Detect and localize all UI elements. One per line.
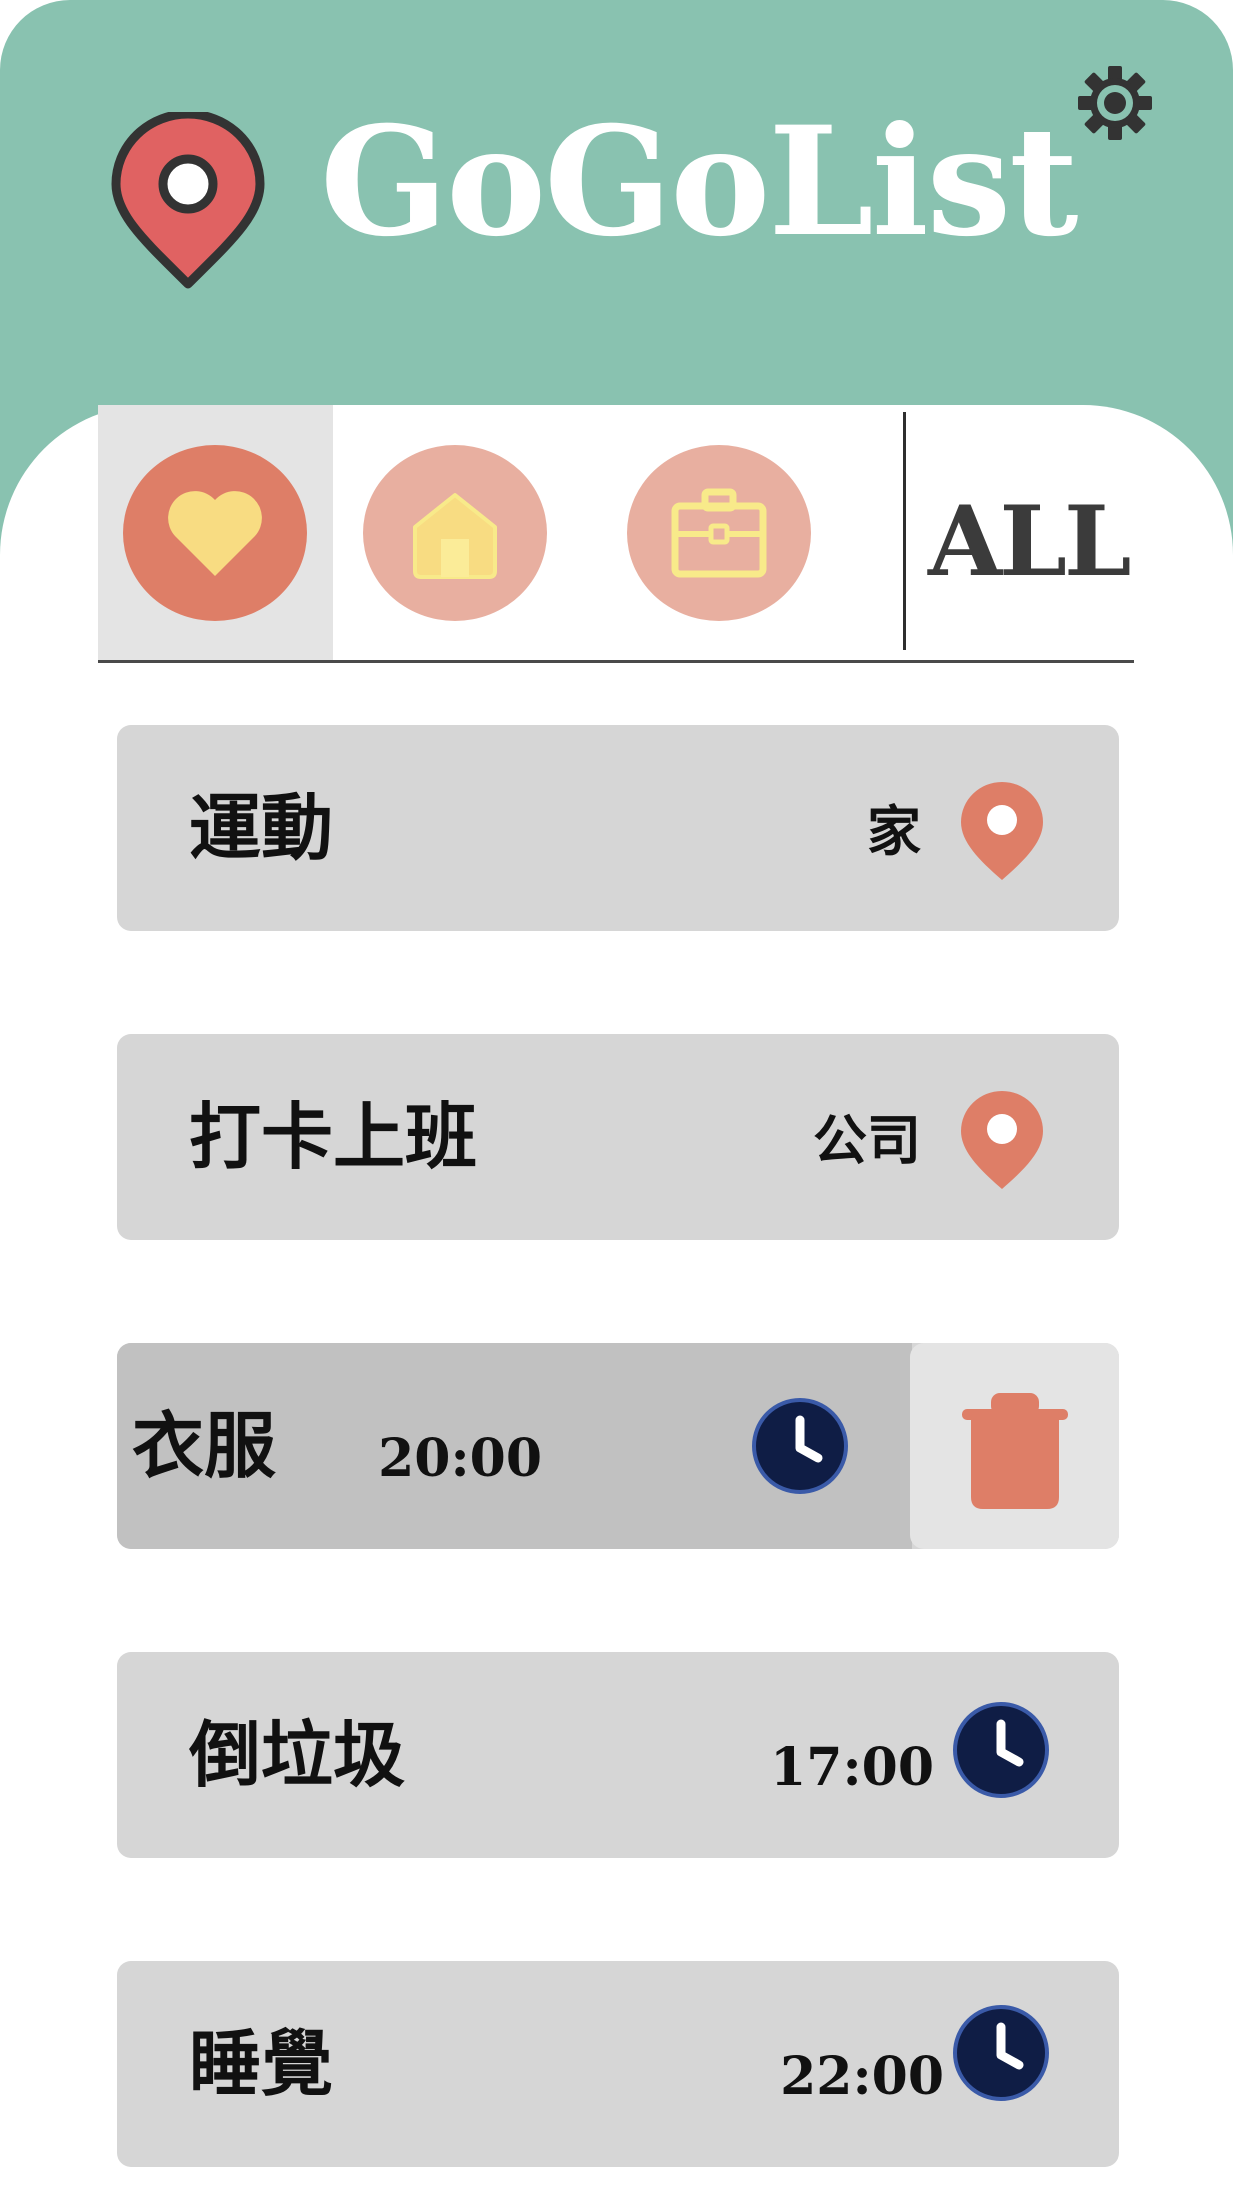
tab-divider (903, 412, 906, 650)
task-time: 20:00 (378, 1428, 542, 1489)
task-item-swiped[interactable]: 衣服 20:00 (117, 1343, 1119, 1549)
gear-icon[interactable] (1075, 63, 1155, 143)
task-name: 睡覺 (189, 2022, 334, 2106)
filter-work-circle (627, 445, 811, 621)
task-location: 家 (867, 800, 921, 863)
task-time: 17:00 (770, 1737, 934, 1798)
house-icon (413, 493, 497, 579)
map-pin-icon (961, 782, 1043, 880)
task-name: 運動 (189, 786, 334, 870)
clock-icon (953, 1702, 1049, 1798)
clock-icon (953, 2005, 1049, 2101)
delete-button[interactable] (910, 1343, 1119, 1549)
task-name: 倒垃圾 (189, 1713, 406, 1797)
trash-icon (962, 1393, 1068, 1509)
task-swiped-content[interactable]: 衣服 20:00 (117, 1343, 912, 1549)
app-title: GoGoList (320, 94, 1078, 270)
task-name: 衣服 (132, 1404, 277, 1488)
filter-all-button[interactable]: ALL (928, 482, 1148, 602)
task-item[interactable]: 打卡上班 公司 (117, 1034, 1119, 1240)
filter-tab-work[interactable] (600, 405, 840, 663)
heart-icon (168, 491, 262, 576)
task-item[interactable]: 倒垃圾 17:00 (117, 1652, 1119, 1858)
task-location: 公司 (813, 1109, 921, 1172)
filter-home-circle (363, 445, 547, 621)
map-pin-icon (961, 1091, 1043, 1189)
filter-tab-home[interactable] (336, 405, 576, 663)
tab-underline (98, 660, 1134, 663)
briefcase-icon (671, 488, 767, 578)
map-pin-icon (111, 112, 265, 289)
filter-favorites-circle (123, 445, 307, 621)
content-panel (0, 405, 1233, 2193)
filter-tab-favorites[interactable] (98, 405, 333, 663)
task-item[interactable]: 運動 家 (117, 725, 1119, 931)
task-item[interactable]: 睡覺 22:00 (117, 1961, 1119, 2167)
task-time: 22:00 (780, 2046, 944, 2107)
clock-icon (752, 1398, 848, 1494)
task-name: 打卡上班 (189, 1095, 478, 1179)
